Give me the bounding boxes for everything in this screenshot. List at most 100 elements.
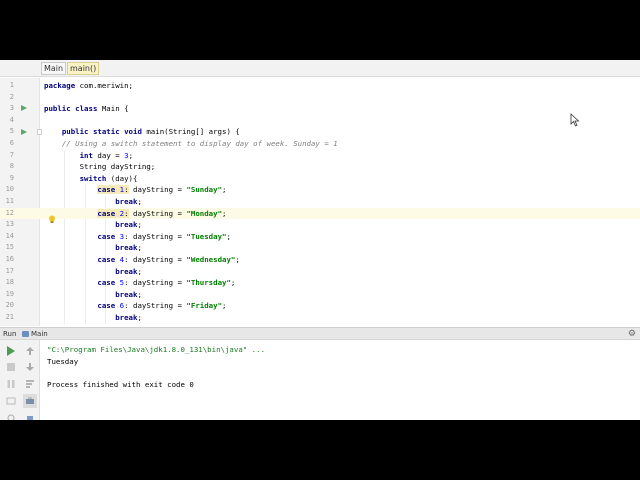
breadcrumb-class-main[interactable]: Main [41, 62, 67, 75]
code-line[interactable]: 1 package com.meriwin; [0, 80, 640, 92]
line-number: 19 [5, 289, 14, 298]
camera-icon [6, 397, 16, 405]
run-toolbar [0, 340, 40, 420]
code-line[interactable]: 12 case 2: dayString = "Monday"; [0, 207, 640, 223]
code-line[interactable]: 20 case 6: dayString = "Friday"; [0, 300, 640, 312]
code-line[interactable]: 17 break; [0, 266, 640, 278]
code-line[interactable]: 14 case 3: dayString = "Tuesday"; [0, 231, 640, 243]
code-text: String dayString; [44, 162, 156, 172]
console-line: Tuesday [47, 356, 79, 366]
code-line[interactable]: 10 case 1: dayString = "Sunday"; [0, 184, 640, 196]
code-text: break; [115, 220, 142, 230]
console-output[interactable]: "C:\Program Files\Java\jdk1.8.0_131\bin\… [47, 344, 265, 390]
code-line[interactable]: 8 String dayString; [0, 161, 640, 173]
wrap-icon [26, 380, 34, 388]
line-number: 15 [5, 243, 14, 252]
clear-button[interactable] [23, 411, 37, 420]
code-text: // Using a switch statement to display d… [61, 139, 338, 148]
code-editor[interactable]: 1 package com.meriwin; 2 3 public class Main… [0, 78, 640, 326]
code-line[interactable]: 16 case 4: dayString = "Wednesday"; [0, 254, 640, 266]
arrow-up-icon [26, 347, 34, 355]
line-number: 14 [5, 231, 14, 240]
code-text: int day = 3; [79, 150, 134, 160]
code-line[interactable]: 2 [0, 92, 640, 104]
scroll-down-button[interactable] [23, 360, 37, 374]
code-text: public static void main(String[] args) { [61, 127, 240, 137]
code-text: case 1: dayString = "Sunday"; [97, 185, 227, 195]
play-icon [7, 346, 15, 356]
code-line[interactable]: 13 break; [0, 219, 640, 231]
ide-window: Main main() 1 package com.meriwin; 2 3 publi… [0, 60, 640, 420]
code-text: package com.meriwin; [44, 81, 134, 90]
dump-threads-button[interactable] [4, 394, 18, 408]
run-gutter-icon[interactable] [21, 128, 27, 135]
code-text: case 5: dayString = "Thursday"; [97, 278, 236, 288]
code-text: break; [115, 289, 142, 299]
code-line[interactable]: 19 break; [0, 289, 640, 301]
settings-button[interactable] [4, 411, 18, 420]
pause-icon [7, 380, 15, 388]
mouse-cursor-icon [570, 113, 580, 127]
line-number: 16 [5, 255, 14, 263]
code-text: case 3: dayString = "Tuesday"; [97, 231, 231, 241]
run-tab-label: Main [31, 330, 48, 338]
line-number: 9 [9, 173, 14, 182]
code-text: public class Main { [44, 104, 129, 114]
stop-button[interactable] [4, 360, 18, 374]
run-panel: "C:\Program Files\Java\jdk1.8.0_131\bin\… [0, 340, 640, 420]
stop-icon [7, 363, 15, 371]
rerun-button[interactable] [4, 344, 18, 358]
line-number: 8 [9, 162, 14, 171]
breadcrumb: Main main() [0, 60, 640, 77]
gear-icon[interactable]: ⚙ [628, 329, 636, 339]
code-text: break; [115, 266, 142, 276]
video-letterbox-bottom [0, 420, 640, 480]
line-number: 5 [9, 127, 14, 136]
line-number: 12 [5, 208, 14, 217]
code-text: break; [115, 243, 142, 253]
code-text: break; [115, 197, 142, 206]
code-text: break; [115, 313, 142, 322]
scroll-up-button[interactable] [23, 344, 37, 358]
soft-wrap-button[interactable] [23, 377, 37, 391]
line-number: 3 [9, 104, 14, 113]
code-line[interactable]: 21 break; [0, 312, 640, 324]
run-tab-main[interactable]: Main [20, 329, 51, 340]
print-button[interactable] [23, 394, 37, 408]
line-number: 11 [5, 197, 14, 205]
arrow-down-icon [26, 363, 34, 371]
line-number: 6 [9, 139, 14, 147]
line-number: 10 [5, 185, 14, 194]
run-toolwindow-header: Run Main ⚙ [0, 327, 640, 340]
code-line[interactable]: 11 break; [0, 196, 640, 208]
code-text: case 4: dayString = "Wednesday"; [97, 255, 240, 264]
line-number: 20 [5, 301, 14, 310]
line-number: 1 [9, 81, 14, 89]
code-line[interactable]: 9 switch (day){ [0, 173, 640, 185]
line-number: 4 [9, 115, 14, 124]
run-config-icon [22, 331, 29, 337]
video-letterbox-top [0, 0, 640, 60]
code-text: case 6: dayString = "Friday"; [97, 301, 227, 311]
line-number: 17 [5, 266, 14, 275]
code-line[interactable]: 3 public class Main { [0, 103, 640, 115]
fold-icon[interactable] [37, 129, 42, 136]
code-line[interactable]: 6 // Using a switch statement to display… [0, 138, 640, 150]
pause-button[interactable] [4, 377, 18, 391]
console-line: "C:\Program Files\Java\jdk1.8.0_131\bin\… [47, 345, 266, 354]
code-line[interactable]: 4 [0, 115, 640, 127]
line-number: 7 [9, 150, 14, 159]
code-line[interactable]: 7 int day = 3; [0, 150, 640, 162]
code-text: switch (day){ [79, 173, 138, 183]
print-icon [26, 397, 34, 404]
code-line[interactable]: 18 case 5: dayString = "Thursday"; [0, 277, 640, 289]
line-number: 18 [5, 278, 14, 287]
run-gutter-icon[interactable] [21, 105, 27, 112]
trash-icon [27, 416, 33, 420]
code-line[interactable]: 15 break; [0, 242, 640, 254]
code-text: case 2: dayString = "Monday"; [97, 208, 227, 218]
settings-icon [7, 414, 15, 420]
breadcrumb-method-main[interactable]: main() [67, 62, 100, 75]
code-line[interactable]: 5 public static void main(String[] args)… [0, 126, 640, 138]
